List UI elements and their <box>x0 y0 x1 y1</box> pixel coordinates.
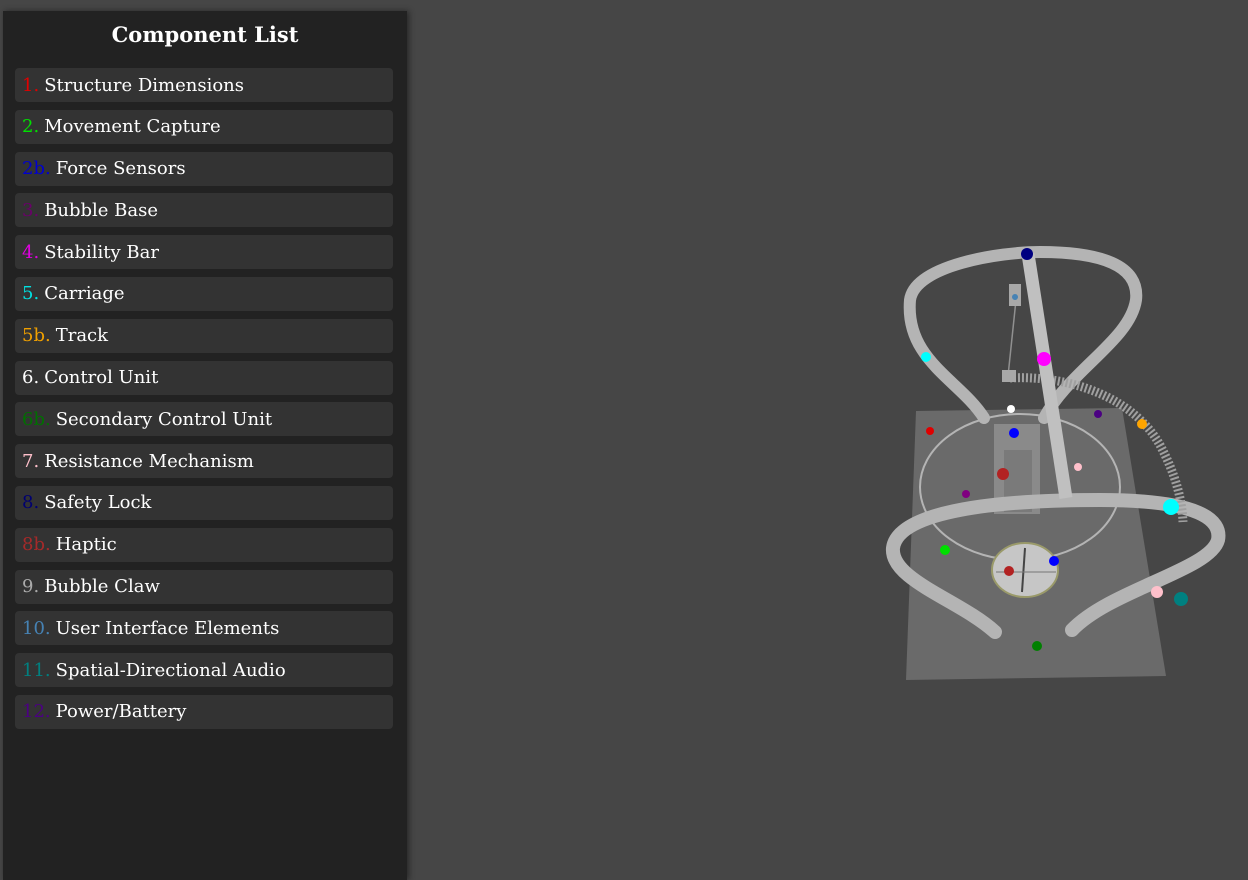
component-item-movement-capture[interactable]: 2. Movement Capture <box>15 109 393 144</box>
component-label: Power/Battery <box>55 701 187 723</box>
component-label: Spatial-Directional Audio <box>55 659 286 681</box>
component-label: Stability Bar <box>44 241 159 263</box>
component-item-bubble-base[interactable]: 3. Bubble Base <box>15 193 393 228</box>
component-label: Carriage <box>44 283 125 305</box>
3d-viewport[interactable] <box>407 0 1248 880</box>
component-number: 6b. <box>22 408 51 430</box>
component-number: 5. <box>22 283 40 305</box>
component-label: Control Unit <box>44 367 159 389</box>
carriage-lower <box>1002 370 1016 382</box>
cable <box>1007 299 1017 377</box>
component-item-carriage[interactable]: 5. Carriage <box>15 276 393 311</box>
component-label: Secondary Control Unit <box>55 408 273 430</box>
component-item-force-sensors[interactable]: 2b. Force Sensors <box>15 151 393 186</box>
component-label: Safety Lock <box>44 492 152 514</box>
marker-bubble-base <box>1094 410 1102 418</box>
marker-control-unit <box>1007 405 1015 413</box>
component-number: 6. <box>22 367 40 389</box>
component-item-secondary-control-unit[interactable]: 6b. Secondary Control Unit <box>15 402 393 437</box>
component-list: 1. Structure Dimensions 2. Movement Captur… <box>15 68 393 737</box>
component-number: 4. <box>22 241 40 263</box>
marker-carriage <box>1163 499 1179 515</box>
marker-safety-lock <box>1021 248 1033 260</box>
component-label: User Interface Elements <box>55 617 280 639</box>
marker-resistance-mechanism <box>1074 463 1082 471</box>
marker-spatial-audio <box>1174 592 1188 606</box>
marker-force-sensors <box>1049 556 1059 566</box>
component-item-structure-dimensions[interactable]: 1. Structure Dimensions <box>15 68 393 102</box>
component-label: Bubble Base <box>44 199 159 221</box>
marker-user-interface <box>1012 294 1018 300</box>
marker-movement-capture <box>940 545 950 555</box>
component-number: 7. <box>22 450 40 472</box>
component-number: 2. <box>22 116 40 138</box>
component-number: 2b. <box>22 158 51 180</box>
component-number: 9. <box>22 576 40 598</box>
marker-haptic <box>1004 566 1014 576</box>
component-label: Haptic <box>55 534 117 556</box>
component-item-bubble-claw[interactable]: 9. Bubble Claw <box>15 569 393 604</box>
component-item-spatial-directional-audio[interactable]: 11. Spatial-Directional Audio <box>15 653 393 688</box>
marker-stability-bar <box>1037 352 1051 366</box>
component-number: 8b. <box>22 534 51 556</box>
marker-secondary-control-unit <box>1032 641 1042 651</box>
component-number: 5b. <box>22 325 51 347</box>
component-item-power-battery[interactable]: 12. Power/Battery <box>15 694 393 729</box>
component-item-safety-lock[interactable]: 8. Safety Lock <box>15 485 393 520</box>
component-number: 11. <box>22 659 51 681</box>
marker-bubble-base <box>962 490 970 498</box>
3d-model <box>886 245 1226 680</box>
component-number: 12. <box>22 701 51 723</box>
marker-track <box>1137 419 1147 429</box>
component-label: Track <box>55 325 109 347</box>
marker-resistance-mechanism <box>1151 586 1163 598</box>
component-item-haptic[interactable]: 8b. Haptic <box>15 527 393 562</box>
component-label: Force Sensors <box>55 158 186 180</box>
component-list-panel: Component List 1. Structure Dimensions 2.… <box>3 11 407 880</box>
component-item-user-interface-elements[interactable]: 10. User Interface Elements <box>15 611 393 646</box>
component-label: Resistance Mechanism <box>44 450 254 472</box>
component-number: 10. <box>22 617 51 639</box>
component-label: Structure Dimensions <box>44 74 244 96</box>
component-item-control-unit[interactable]: 6. Control Unit <box>15 360 393 395</box>
marker-force-sensors <box>1009 428 1019 438</box>
component-number: 3. <box>22 199 40 221</box>
component-item-track[interactable]: 5b. Track <box>15 318 393 353</box>
component-number: 8. <box>22 492 40 514</box>
marker-haptic <box>997 468 1009 480</box>
component-label: Bubble Claw <box>44 576 160 598</box>
component-number: 1. <box>22 74 40 96</box>
panel-title: Component List <box>111 22 299 47</box>
component-item-stability-bar[interactable]: 4. Stability Bar <box>15 235 393 270</box>
marker-carriage <box>921 352 931 362</box>
component-label: Movement Capture <box>44 116 221 138</box>
marker-structure-dimensions <box>926 427 934 435</box>
component-item-resistance-mechanism[interactable]: 7. Resistance Mechanism <box>15 444 393 479</box>
